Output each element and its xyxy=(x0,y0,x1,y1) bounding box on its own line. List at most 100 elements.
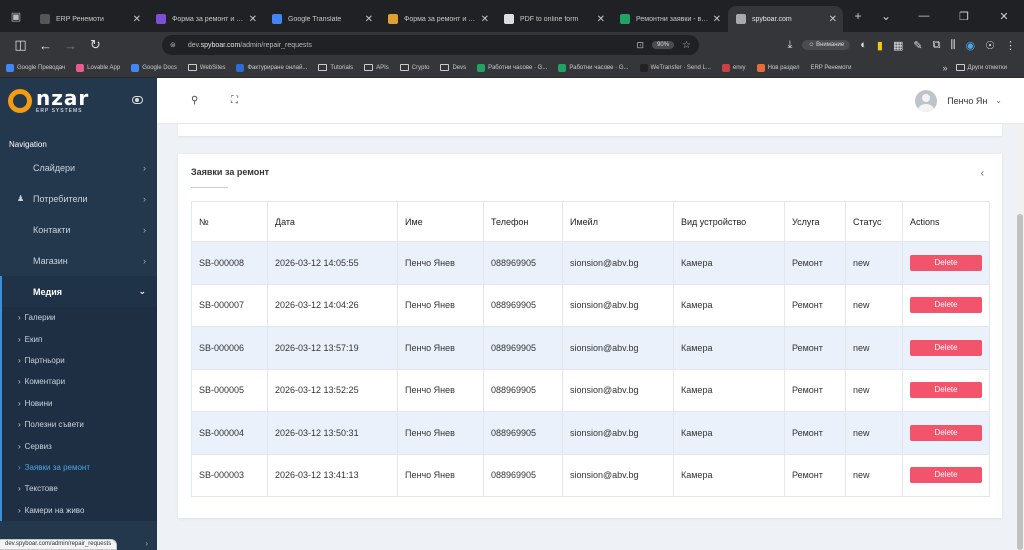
logo-text: nzar xyxy=(36,86,90,110)
close-window-icon[interactable]: ✕ xyxy=(984,10,1024,23)
other-bookmarks-folder[interactable]: Други отметки xyxy=(955,64,1007,71)
bookmark-item[interactable]: Работни часове · G... xyxy=(477,63,547,72)
bookmark-item[interactable]: Lovable App xyxy=(76,63,120,72)
close-tab-icon[interactable]: ✕ xyxy=(249,14,257,25)
bookmark-item[interactable]: WeTransfer · Send L... xyxy=(639,63,711,72)
title-underline xyxy=(191,187,228,188)
sidebar-subitem[interactable]: › Коментари xyxy=(0,371,157,393)
bookmark-folder[interactable]: APIs xyxy=(364,64,389,71)
sidebar-subitem[interactable]: › Партньори xyxy=(0,349,157,372)
delete-button[interactable]: Delete xyxy=(910,424,982,441)
sidebar-subitem[interactable]: › Текстове xyxy=(0,478,157,500)
close-tab-icon[interactable]: ✕ xyxy=(713,14,721,25)
sidebar-subitem[interactable]: › Заявки за ремонт xyxy=(0,456,157,479)
page-scrollbar[interactable] xyxy=(1016,124,1024,550)
url-text[interactable]: dev.spyboar.com/admin/repair_requests xyxy=(188,42,637,49)
fullscreen-icon[interactable]: ⛶ xyxy=(231,95,271,106)
sidebar-item-shop[interactable]: Магазин › xyxy=(0,245,157,276)
browser-tab[interactable]: Форма за ремонт и настр ✕ xyxy=(148,6,263,32)
close-tab-icon[interactable]: ✕ xyxy=(597,14,605,25)
sidebar-subitem[interactable]: › Екип xyxy=(0,328,157,350)
bookmark-item[interactable]: ERP Ренемоти xyxy=(810,65,851,71)
site-info-icon[interactable]: ⊜ xyxy=(170,41,176,49)
extensions-puzzle-icon[interactable]: ⧉ xyxy=(933,39,941,52)
download-icon[interactable]: ⤓ xyxy=(787,39,792,52)
bookmark-item[interactable]: Работни часове · G... xyxy=(558,63,629,72)
bookmark-item[interactable]: Фактуриране онлай... xyxy=(236,63,307,72)
close-tab-icon[interactable]: ✕ xyxy=(481,14,489,25)
extension-icon[interactable]: ▦ xyxy=(893,39,903,52)
cell-id: SB-000005 xyxy=(191,368,268,412)
browser-tab[interactable]: spyboar.com ✕ xyxy=(728,6,843,32)
cell-status: new xyxy=(845,368,903,412)
bookmark-item[interactable]: Нов раздел xyxy=(756,63,799,72)
sidebar-toggle-icon[interactable] xyxy=(132,96,143,104)
profile-avatar-icon[interactable]: ☉ xyxy=(985,39,995,52)
sidebar-item-sliders[interactable]: Слайдери › xyxy=(0,152,157,183)
bookmark-item[interactable]: Google Docs xyxy=(131,63,177,72)
delete-button[interactable]: Delete xyxy=(910,297,982,314)
close-tab-icon[interactable]: ✕ xyxy=(133,14,141,25)
browser-tab[interactable]: ERP Ренемоти ✕ xyxy=(32,6,147,32)
bookmark-item[interactable]: envy xyxy=(721,63,746,72)
browser-tab[interactable]: PDF to online form ✕ xyxy=(496,6,611,32)
user-menu[interactable]: Пенчо Ян ⌄ xyxy=(915,89,1002,112)
bookmark-folder[interactable]: Crypto xyxy=(399,64,429,71)
reading-list-icon[interactable]: ⫼ xyxy=(950,39,955,52)
forward-icon[interactable]: → xyxy=(58,38,83,53)
extension-icon[interactable]: ◐ xyxy=(860,39,867,51)
status-bar-url: dev.spyboar.com/admin/repair_requests xyxy=(0,539,118,550)
search-icon[interactable]: ⚲ xyxy=(191,95,231,106)
sidebar-subitem[interactable]: › Камери на живо xyxy=(0,499,157,521)
profile-button[interactable]: ☺ Внимание xyxy=(802,40,851,50)
bookmark-folder[interactable]: WebSites xyxy=(187,64,225,71)
reload-icon[interactable]: ↻ xyxy=(83,37,108,53)
table-row: SB-000006 2026-03-12 13:57:19 Пенчо Янев 08… xyxy=(191,326,990,370)
bookmark-favicon xyxy=(721,63,730,72)
bookmark-folder[interactable]: Devs xyxy=(440,64,466,71)
address-toolbar: ◫ ← → ↻ ⊜ dev.spyboar.com/admin/repair_r… xyxy=(0,32,1024,58)
install-app-icon[interactable]: ⊡ xyxy=(636,40,644,51)
sidebar-subitem[interactable]: › Сервиз xyxy=(0,435,157,457)
delete-button[interactable]: Delete xyxy=(910,254,982,271)
bookmark-item[interactable]: Google Преводач xyxy=(6,63,65,72)
extension-icon[interactable]: ✎ xyxy=(913,39,922,52)
sidebar-item-contacts[interactable]: Контакти › xyxy=(0,214,157,245)
delete-button[interactable]: Delete xyxy=(910,467,982,484)
sidebar-subitem[interactable]: › Полезни съвети xyxy=(0,413,157,436)
table-row: SB-000008 2026-03-12 14:05:55 Пенчо Янев 08… xyxy=(191,241,990,285)
zoom-level[interactable]: 90% xyxy=(652,41,675,49)
delete-button[interactable]: Delete xyxy=(910,339,982,356)
browser-tab[interactable]: Форма за ремонт и настр ✕ xyxy=(380,6,495,32)
sidebar-item-users[interactable]: ♟ Потребители › xyxy=(0,183,157,214)
tab-search-icon[interactable]: ⌄ xyxy=(872,9,900,23)
extension-icon[interactable]: ▮ xyxy=(877,39,883,52)
browser-tab[interactable]: Google Translate ✕ xyxy=(264,6,379,32)
close-tab-icon[interactable]: ✕ xyxy=(365,14,373,25)
sidebar-panel-icon[interactable]: ◫ xyxy=(8,37,33,53)
sidebar-subitem[interactable]: › Новини xyxy=(0,392,157,414)
sidebar-item-media[interactable]: Медия ⌄ xyxy=(0,276,157,307)
extension-icon[interactable]: ◉ xyxy=(966,39,976,52)
bookmark-folder[interactable]: Tutorials xyxy=(318,64,353,71)
menu-icon[interactable]: ⋮ xyxy=(1005,39,1016,52)
new-tab-icon[interactable]: + xyxy=(844,9,872,23)
back-icon[interactable]: ← xyxy=(33,38,58,53)
address-bar[interactable]: ⊜ dev.spyboar.com/admin/repair_requests … xyxy=(162,35,699,55)
maximize-icon[interactable]: ❐ xyxy=(944,10,984,23)
more-bookmarks-icon[interactable]: » xyxy=(943,63,948,73)
folder-icon xyxy=(440,64,450,71)
close-tab-icon[interactable]: ✕ xyxy=(829,14,837,25)
scrollbar-thumb[interactable] xyxy=(1017,214,1023,550)
tab-actions-icon[interactable]: ▣ xyxy=(0,0,32,32)
cell-service: Ремонт xyxy=(784,411,846,455)
collapse-chevron-icon[interactable]: ‹ xyxy=(981,168,984,179)
bookmarks-bar: Google Преводач Lovable App Google Docs Web… xyxy=(0,58,1024,78)
delete-button[interactable]: Delete xyxy=(910,382,982,399)
tab-favicon xyxy=(40,14,50,24)
sidebar-subitem[interactable]: › Галерии xyxy=(0,307,157,329)
browser-tab[interactable]: Ремонтни заявки - всеки н ✕ xyxy=(612,6,727,32)
minimize-icon[interactable]: — xyxy=(904,10,944,22)
bookmark-star-icon[interactable]: ☆ xyxy=(682,40,691,51)
tab-title: Форма за ремонт и настр xyxy=(404,15,477,23)
